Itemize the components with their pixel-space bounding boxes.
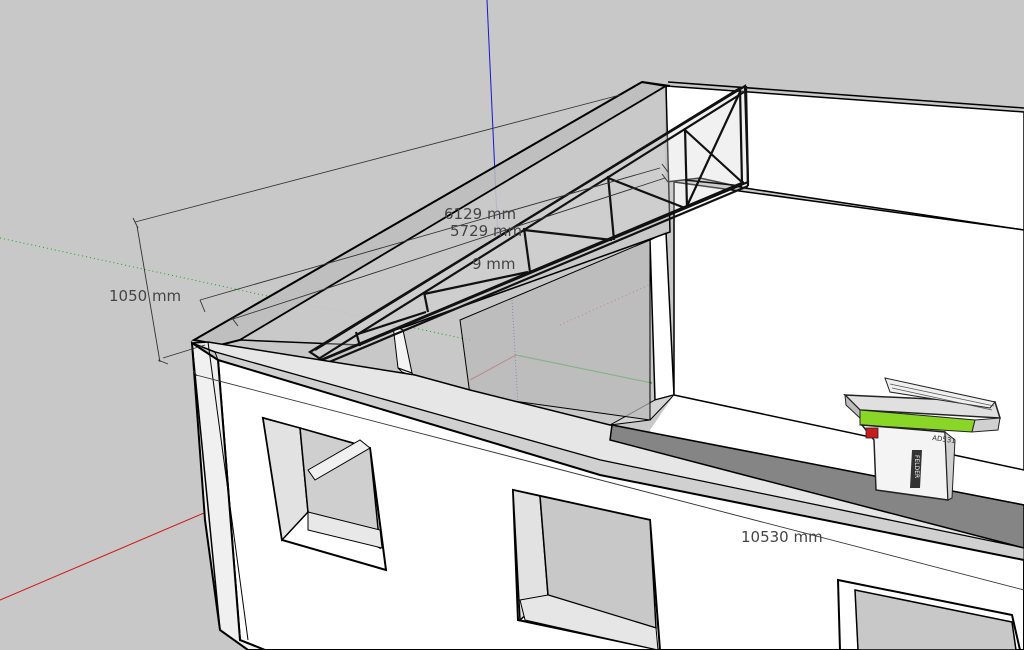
sketchup-3d-viewport[interactable]: AD531 FELDER 6129 mm 5729 mm 9 mm 1050 m…: [0, 0, 1024, 650]
machine-brand-label: FELDER: [913, 455, 920, 478]
dimension-truss-outer[interactable]: 6129 mm: [444, 205, 516, 223]
dimension-truss-height[interactable]: 1050 mm: [109, 287, 181, 305]
dimension-wall-length[interactable]: 10530 mm: [741, 528, 823, 546]
dimension-truss-partial[interactable]: 9 mm: [472, 255, 516, 273]
dimension-truss-inner[interactable]: 5729 mm: [450, 222, 522, 240]
